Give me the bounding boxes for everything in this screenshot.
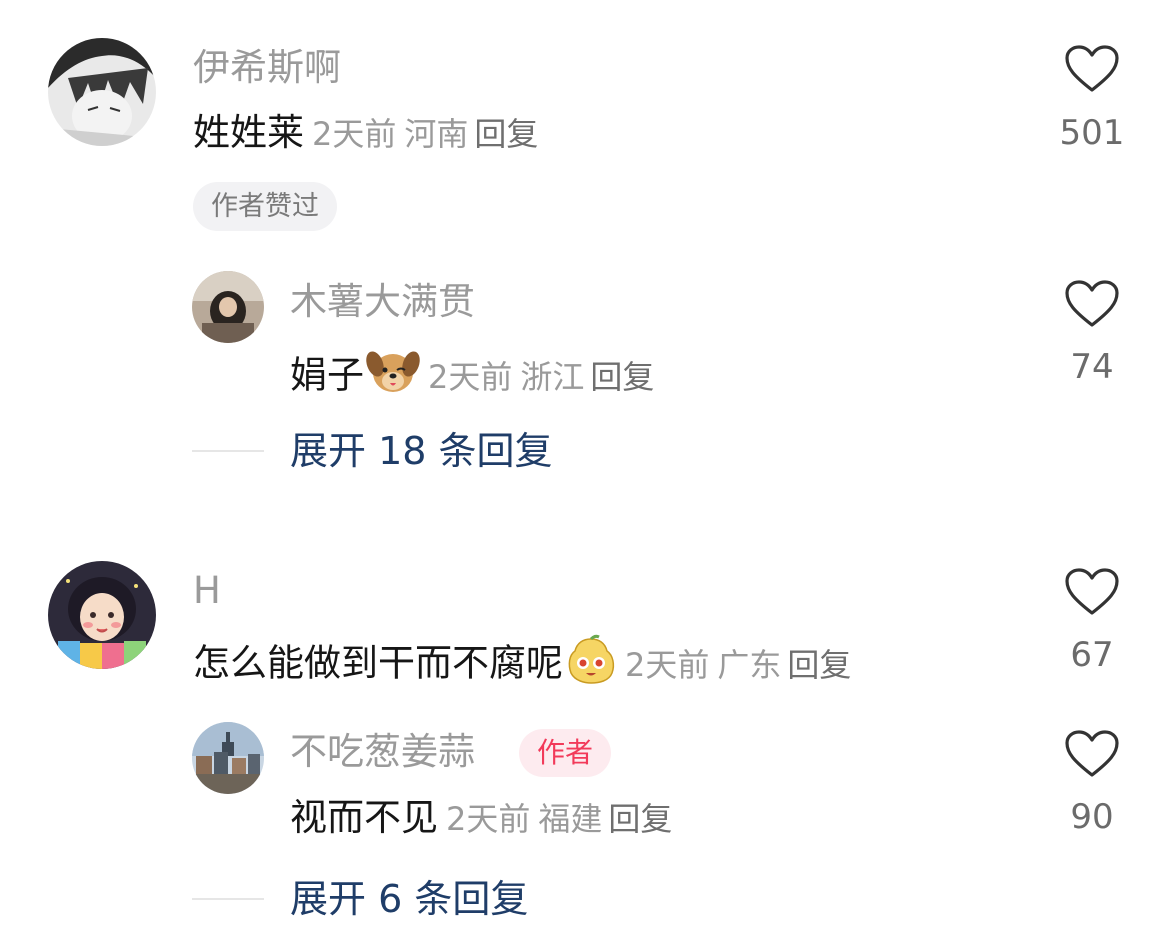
- like-count: 67: [1070, 635, 1114, 675]
- like-button[interactable]: [1064, 279, 1120, 333]
- comment-body: 姓姓莱: [193, 111, 304, 154]
- timestamp: 2天前: [625, 645, 710, 684]
- heart-outline-icon: [1065, 280, 1119, 327]
- avatar[interactable]: [48, 38, 156, 146]
- reply-body: 娟子: [290, 353, 364, 397]
- comment-body: 怎么能做到干而不腐呢: [193, 641, 563, 685]
- username[interactable]: 伊希斯啊: [193, 49, 341, 86]
- like-count: 501: [1059, 113, 1125, 153]
- username[interactable]: 木薯大满贯: [290, 283, 475, 320]
- avatar[interactable]: [48, 561, 156, 669]
- comment-text: 姓姓莱 2天前 河南 回复: [193, 114, 538, 151]
- reply-button[interactable]: 回复: [608, 800, 672, 838]
- author-badge: 作者: [519, 729, 612, 777]
- reply-button[interactable]: 回复: [787, 646, 851, 684]
- location: 广东: [717, 645, 782, 684]
- location: 浙江: [520, 357, 585, 396]
- reply-button[interactable]: 回复: [590, 358, 654, 396]
- like-count: 74: [1070, 347, 1114, 387]
- yellow-blob-emoji: [565, 633, 617, 691]
- like-button[interactable]: [1064, 729, 1120, 783]
- reply-button[interactable]: 回复: [474, 115, 538, 153]
- location: 河南: [404, 115, 469, 153]
- reply-text: 视而不见 2天前 福建 回复: [290, 799, 672, 836]
- comment-text: 怎么能做到干而不腐呢 2天前 广东 回复: [193, 633, 851, 694]
- reply-text: 娟子 2天前 浙江 回复: [290, 349, 654, 405]
- heart-outline-icon: [1065, 568, 1119, 615]
- avatar[interactable]: [192, 271, 264, 343]
- username[interactable]: H: [193, 572, 221, 609]
- like-button[interactable]: [1064, 567, 1120, 621]
- username[interactable]: 不吃葱姜蒜: [290, 733, 475, 770]
- like-count: 90: [1070, 797, 1114, 837]
- like-button[interactable]: [1064, 44, 1120, 98]
- reply-body: 视而不见: [290, 796, 438, 839]
- timestamp: 2天前: [312, 115, 397, 153]
- author-liked-badge: 作者赞过: [193, 182, 337, 231]
- heart-outline-icon: [1065, 45, 1119, 92]
- dog-face-emoji: [366, 346, 420, 402]
- heart-outline-icon: [1065, 730, 1119, 777]
- timestamp: 2天前: [446, 800, 531, 838]
- timestamp: 2天前: [428, 357, 513, 396]
- expand-divider: [192, 898, 264, 900]
- expand-replies-button[interactable]: 展开 6 条回复: [290, 880, 528, 918]
- avatar[interactable]: [192, 722, 264, 794]
- expand-replies-button[interactable]: 展开 18 条回复: [290, 432, 553, 470]
- location: 福建: [538, 800, 603, 838]
- expand-divider: [192, 450, 264, 452]
